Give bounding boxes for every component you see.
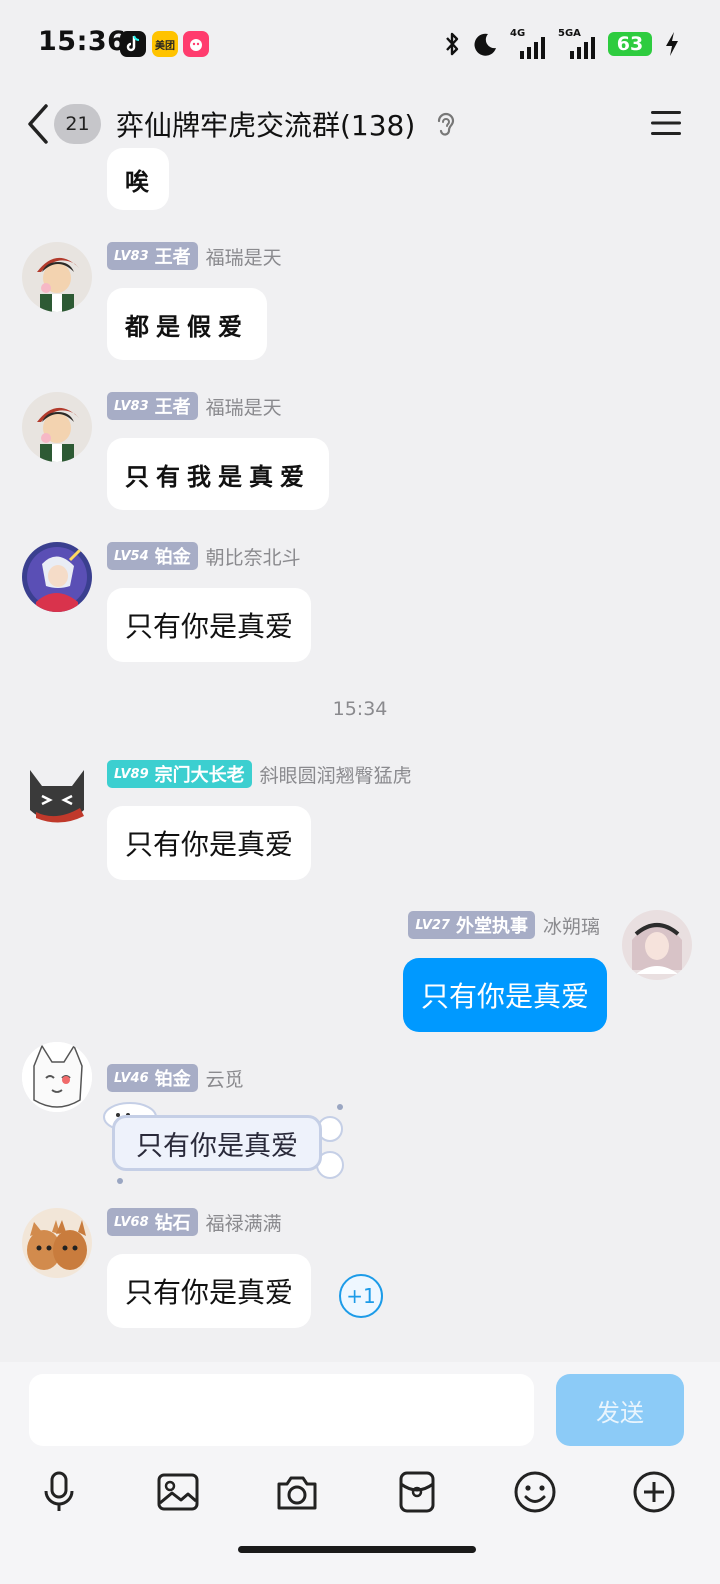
partial-message-bubble[interactable]: 唉 (107, 148, 169, 210)
avatar[interactable] (22, 760, 92, 830)
meituan-label: 美团 (155, 40, 175, 52)
input-area: 发送 (0, 1362, 720, 1584)
partial-message-text: 唉 (125, 166, 156, 196)
tiktok-icon (120, 31, 146, 57)
message-text: 只有你是真爱 (420, 980, 589, 1013)
signal-5ga-icon (570, 37, 595, 59)
ear-icon[interactable] (434, 110, 458, 140)
message-text: 都是假爱 (125, 311, 249, 341)
menu-icon[interactable] (650, 108, 682, 138)
status-bar: 15:36 美团 4G 5GA 63 (0, 0, 720, 84)
sender-name[interactable]: 朝比奈北斗 (206, 543, 301, 570)
sender-name[interactable]: 福禄满满 (206, 1209, 282, 1236)
avatar[interactable] (22, 542, 92, 612)
decorated-message-text: 只有你是真爱 (112, 1115, 322, 1171)
message-bubble[interactable]: 只有我是真爱 (107, 438, 329, 510)
charging-icon (666, 32, 678, 56)
message-text: 只有你是真爱 (125, 610, 294, 643)
plus-icon[interactable] (632, 1470, 676, 1514)
own-message-meta: LV27 外堂执事 冰朔璃 (408, 911, 600, 939)
message-text: 只有我是真爱 (125, 461, 311, 491)
plus-one-button[interactable]: +1 (339, 1274, 383, 1318)
level-badge: LV27 外堂执事 (408, 911, 535, 939)
message-meta: LV83 王者 福瑞是天 (107, 242, 282, 270)
image-icon[interactable] (156, 1470, 200, 1514)
bluetooth-icon (446, 32, 459, 56)
back-arrow-icon[interactable] (24, 102, 50, 146)
message-meta: LV83 王者 福瑞是天 (107, 392, 282, 420)
level-badge: LV83 王者 (107, 242, 198, 270)
chat-header: 21 弈仙牌牢虎交流群(138) (0, 84, 720, 166)
message-text: 只有你是真爱 (125, 1276, 294, 1309)
camera-icon[interactable] (275, 1470, 319, 1514)
message-bubble[interactable]: 只有你是真爱 (107, 1254, 312, 1328)
signal-4g: 4G (510, 29, 546, 59)
input-toolbar (0, 1470, 720, 1514)
emoji-icon[interactable] (513, 1470, 557, 1514)
signal-4g-icon (520, 37, 545, 59)
avatar[interactable] (22, 242, 92, 312)
level-badge: LV46 铂金 (107, 1064, 198, 1092)
level-badge: LV54 铂金 (107, 542, 198, 570)
status-time: 15:36 (38, 26, 127, 57)
avatar[interactable] (22, 1208, 92, 1278)
avatar[interactable] (22, 1042, 92, 1112)
group-title[interactable]: 弈仙牌牢虎交流群(138) (116, 104, 415, 144)
message-text: 只有你是真爱 (125, 828, 294, 861)
sender-name[interactable]: 冰朔璃 (543, 912, 600, 939)
own-message-bubble[interactable]: 只有你是真爱 (402, 958, 607, 1032)
sender-name[interactable]: 斜眼圆润翘臀猛虎 (260, 761, 412, 788)
battery-indicator: 63 (608, 32, 652, 56)
message-input[interactable] (29, 1374, 534, 1446)
meituan-icon: 美团 (152, 31, 178, 57)
decorated-message-bubble[interactable]: 只有你是真爱 (96, 1099, 350, 1187)
pinduoduo-icon (183, 31, 209, 57)
home-indicator[interactable] (238, 1546, 476, 1553)
level-badge: LV83 王者 (107, 392, 198, 420)
message-meta: LV89 宗门大长老 斜眼圆润翘臀猛虎 (107, 760, 412, 788)
status-icons: 4G 5GA 63 (444, 28, 680, 60)
microphone-icon[interactable] (37, 1470, 81, 1514)
message-bubble[interactable]: 只有你是真爱 (107, 806, 312, 880)
level-badge: LV89 宗门大长老 (107, 760, 252, 788)
sender-name[interactable]: 福瑞是天 (206, 393, 282, 420)
own-avatar[interactable] (622, 910, 692, 980)
level-badge: LV68 钻石 (107, 1208, 198, 1236)
sender-name[interactable]: 云觅 (206, 1065, 244, 1092)
unread-count-badge[interactable]: 21 (54, 104, 101, 144)
message-meta: LV46 铂金 云觅 (107, 1064, 244, 1092)
red-packet-icon[interactable] (395, 1470, 439, 1514)
sender-name[interactable]: 福瑞是天 (206, 243, 282, 270)
avatar[interactable] (22, 392, 92, 462)
time-divider: 15:34 (332, 698, 388, 720)
message-bubble[interactable]: 只有你是真爱 (107, 588, 312, 662)
send-button[interactable]: 发送 (556, 1374, 684, 1446)
message-meta: LV68 钻石 福禄满满 (107, 1208, 282, 1236)
message-meta: LV54 铂金 朝比奈北斗 (107, 542, 301, 570)
signal-5ga: 5GA (558, 29, 596, 59)
message-bubble[interactable]: 都是假爱 (107, 288, 267, 360)
moon-icon (474, 33, 496, 56)
